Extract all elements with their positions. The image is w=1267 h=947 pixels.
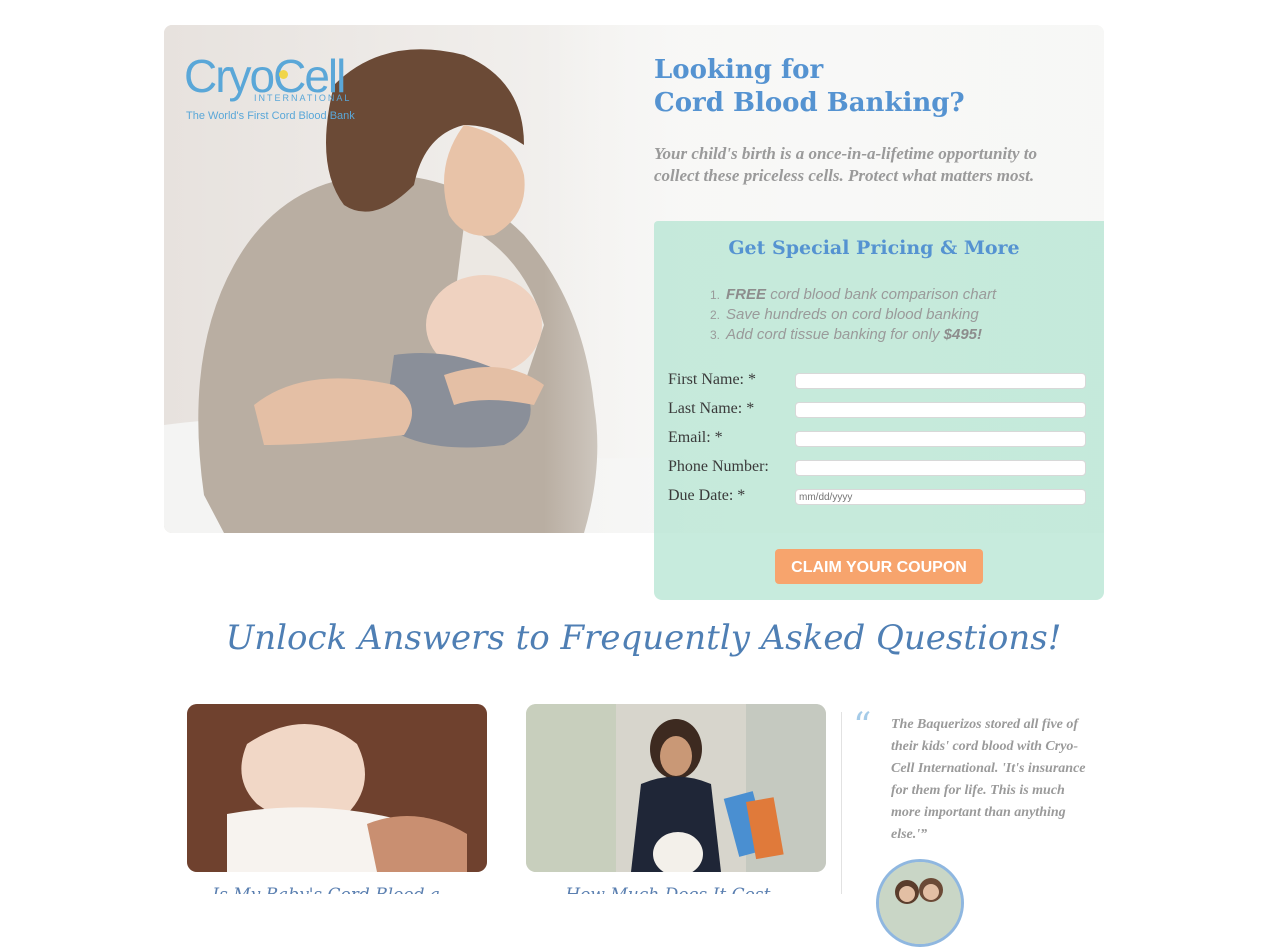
last-name-row: Last Name: * — [668, 400, 1092, 422]
faq-card-image-pregnant-woman[interactable] — [526, 704, 826, 872]
faq-card-caption-2[interactable]: How Much Does It Cost... — [526, 884, 826, 894]
due-date-input[interactable] — [795, 489, 1086, 505]
due-date-row: Due Date: * — [668, 487, 1092, 509]
testimonial-quote: The Baquerizos stored all five of their … — [891, 717, 1086, 842]
phone-row: Phone Number: — [668, 458, 1092, 480]
headline-line-1: Looking for — [654, 55, 824, 85]
testimonial-divider — [841, 712, 842, 894]
faq-heading: Unlock Answers to Frequently Asked Quest… — [225, 618, 1062, 658]
page-title: Looking for Cord Blood Banking? — [654, 54, 1074, 120]
benefit-item: 1. FREE cord blood bank comparison chart — [710, 286, 997, 303]
faq-card-caption-1[interactable]: Is My Baby's Cord Blood a ... — [187, 884, 487, 894]
quote-mark-icon: “ — [853, 706, 872, 747]
email-label: Email: * — [668, 429, 723, 446]
last-name-input[interactable] — [795, 402, 1086, 418]
phone-input[interactable] — [795, 460, 1086, 476]
logo-tagline: The World's First Cord Blood Bank — [186, 110, 355, 122]
due-date-label: Due Date: * — [668, 487, 746, 504]
logo-dot-icon — [279, 70, 288, 79]
benefit-item: 2. Save hundreds on cord blood banking — [710, 306, 979, 323]
email-row: Email: * — [668, 429, 1092, 451]
family-photo — [879, 862, 961, 944]
hero-subheading: Your child's birth is a once-in-a-lifeti… — [654, 144, 1037, 185]
sleeping-baby-photo — [187, 704, 487, 872]
lead-form: Get Special Pricing & More 1. FREE cord b… — [654, 221, 1104, 600]
last-name-label: Last Name: * — [668, 400, 755, 417]
first-name-label: First Name: * — [668, 371, 756, 388]
headline-line-2: Cord Blood Banking? — [654, 88, 965, 118]
phone-label: Phone Number: — [668, 458, 769, 475]
claim-coupon-button[interactable]: CLAIM YOUR COUPON — [775, 549, 983, 584]
cryo-cell-logo[interactable]: CryoCell INTERNATIONAL The World's First… — [184, 50, 384, 130]
pregnant-woman-shopping-photo — [526, 704, 826, 872]
benefit-item: 3. Add cord tissue banking for only $495! — [710, 326, 983, 343]
form-title: Get Special Pricing & More — [728, 237, 1020, 259]
faq-card-image-baby[interactable] — [187, 704, 487, 872]
email-input[interactable] — [795, 431, 1086, 447]
first-name-input[interactable] — [795, 373, 1086, 389]
benefits-list: 1. FREE cord blood bank comparison chart … — [710, 285, 996, 345]
first-name-row: First Name: * — [668, 371, 1092, 393]
testimonial-avatar — [876, 859, 964, 947]
logo-subtitle: INTERNATIONAL — [254, 93, 352, 103]
